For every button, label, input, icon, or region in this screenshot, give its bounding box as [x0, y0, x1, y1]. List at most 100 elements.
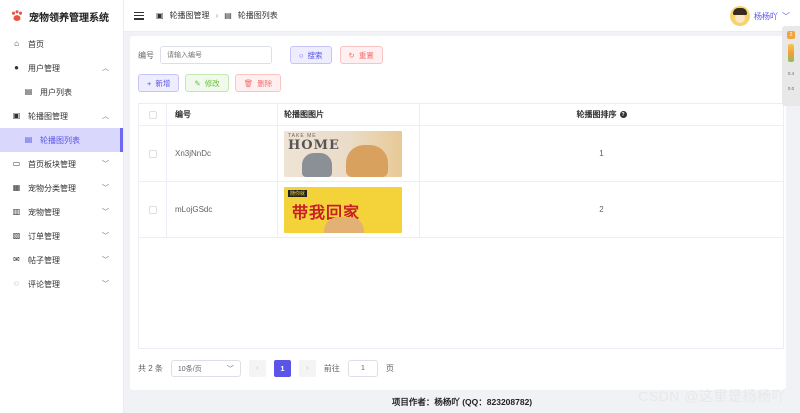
dog-figure	[346, 144, 388, 177]
column-header-sort-label: 轮播图排序	[576, 110, 617, 119]
dog-figure	[324, 216, 364, 233]
select-all-checkbox[interactable]	[148, 110, 157, 119]
paw-logo-icon	[11, 10, 23, 22]
gift-icon: ▥	[12, 207, 21, 216]
chevron-down-icon: ﹀	[102, 233, 109, 240]
avatar	[730, 6, 750, 26]
pagination: 共 2 条 10条/页 ﹀ ‹ 1 › 前往 页	[138, 360, 394, 377]
chevron-down-icon: ﹀	[102, 281, 109, 288]
next-page-button[interactable]: ›	[298, 360, 316, 377]
user-icon: ●	[14, 63, 19, 72]
picture-icon: ▭	[12, 159, 21, 168]
page-size-value: 10条/页	[177, 365, 202, 373]
cell-image: 随你就 带我回家	[278, 182, 420, 237]
search-button-label: 搜索	[307, 50, 323, 60]
sidebar-item-comment-management[interactable]: ◌ 评论管理 ﹀	[0, 272, 123, 296]
add-button[interactable]: + 新增	[138, 74, 180, 92]
cell-sort: 2	[599, 205, 604, 214]
total-count: 共 2 条	[138, 364, 163, 373]
comment-icon: ◌	[14, 279, 19, 288]
image-icon: ▣	[12, 111, 21, 120]
column-header-sort: 轮播图排序 ?	[420, 104, 783, 125]
table-header: 编号 轮播图图片 轮播图排序 ?	[139, 104, 783, 126]
row-checkbox-cell	[139, 182, 167, 237]
sidebar-item-label: 订单管理	[28, 231, 60, 241]
help-icon[interactable]: ?	[619, 111, 627, 118]
prev-page-button[interactable]: ‹	[248, 360, 266, 377]
user-name: 杨杨吖	[754, 11, 778, 21]
cell-image: TAKE ME HOME	[278, 126, 420, 181]
sidebar-item-label: 宠物管理	[28, 207, 60, 217]
carousel-table: 编号 轮播图图片 轮播图排序 ? Xn3jNnDc TAKE ME HOME 1	[138, 103, 784, 349]
sidebar-item-user-management[interactable]: ● 用户管理 ︿	[0, 56, 123, 80]
floating-widget[interactable]: 2 0.4 0.0	[782, 26, 800, 106]
carousel-thumbnail[interactable]: TAKE ME HOME	[284, 130, 402, 177]
sidebar-item-carousel-management[interactable]: ▣ 轮播图管理 ︿	[0, 104, 123, 128]
chevron-down-icon: ﹀	[102, 209, 109, 216]
mail-icon: ✉	[13, 255, 20, 264]
chevron-up-icon: ︿	[102, 113, 109, 120]
goto-label: 前往	[323, 364, 340, 373]
reset-button[interactable]: ↻ 重置	[339, 46, 383, 64]
header-checkbox-cell	[139, 104, 167, 125]
action-toolbar: + 新增 ✎ 修改 🗑 删除	[138, 74, 282, 92]
page-unit-label: 页	[385, 364, 394, 373]
delete-button[interactable]: 🗑 删除	[234, 74, 282, 92]
sidebar-item-order-management[interactable]: ▧ 订单管理 ﹀	[0, 224, 123, 248]
cat-figure	[302, 152, 332, 177]
menu-toggle-icon[interactable]	[134, 11, 144, 20]
cell-id: Xn3jNnDc	[167, 126, 278, 181]
top-header: ▣ 轮播图管理 › ▤ 轮播图列表 杨杨吖 ﹀	[124, 0, 800, 32]
column-header-id: 编号	[167, 104, 278, 125]
column-header-image: 轮播图图片	[278, 104, 420, 125]
widget-stat: 0.0	[787, 86, 795, 91]
user-menu[interactable]: 杨杨吖 ﹀	[730, 6, 790, 26]
search-button[interactable]: ○ 搜索	[290, 46, 332, 64]
thumbnail-text: HOME	[288, 137, 340, 153]
row-checkbox-cell	[139, 126, 167, 181]
breadcrumb-separator-icon: ›	[215, 11, 219, 20]
sidebar-item-label: 首页	[28, 39, 44, 49]
list-icon: ▤	[24, 135, 33, 144]
chevron-down-icon: ﹀	[102, 185, 109, 192]
list-icon: ▤	[224, 11, 232, 20]
row-checkbox[interactable]	[148, 205, 157, 214]
sidebar-item-label: 评论管理	[28, 279, 60, 289]
sidebar-item-label: 帖子管理	[28, 255, 60, 265]
page-number-current[interactable]: 1	[273, 360, 291, 377]
sidebar-item-label: 宠物分类管理	[28, 183, 76, 193]
add-button-label: 新增	[155, 78, 171, 88]
sidebar-item-carousel-list[interactable]: ▤ 轮播图列表	[0, 128, 123, 152]
sidebar-item-post-management[interactable]: ✉ 帖子管理 ﹀	[0, 248, 123, 272]
edit-button[interactable]: ✎ 修改	[185, 74, 229, 92]
list-icon: ▤	[24, 87, 33, 96]
sidebar-item-label: 轮播图管理	[28, 111, 68, 121]
breadcrumb: ▣ 轮播图管理 › ▤ 轮播图列表	[156, 10, 278, 21]
sidebar-item-pet-category[interactable]: ▦ 宠物分类管理 ﹀	[0, 176, 123, 200]
id-search-input[interactable]	[160, 46, 272, 64]
reset-button-label: 重置	[358, 50, 374, 60]
home-icon: ⌂	[14, 39, 19, 48]
chevron-down-icon: ﹀	[102, 257, 109, 264]
search-form: 编号 ○ 搜索 ↻ 重置	[138, 46, 383, 64]
goto-page-input[interactable]	[347, 360, 378, 377]
carousel-thumbnail[interactable]: 随你就 带我回家	[284, 186, 402, 233]
sidebar-item-home[interactable]: ⌂ 首页	[0, 32, 123, 56]
thumbnail-text: 随你就	[288, 189, 308, 197]
watermark: CSDN @这里是杨杨吖	[638, 388, 786, 404]
cell-id: mLojGSdc	[167, 182, 278, 237]
image-icon: ▣	[156, 11, 164, 20]
row-checkbox[interactable]	[148, 149, 157, 158]
table-row[interactable]: mLojGSdc 随你就 带我回家 2	[139, 182, 783, 238]
sidebar-item-pet-management[interactable]: ▥ 宠物管理 ﹀	[0, 200, 123, 224]
page-size-select[interactable]: 10条/页 ﹀	[170, 360, 241, 377]
widget-bar	[788, 44, 794, 62]
sidebar-item-label: 首页板块管理	[28, 159, 76, 169]
sidebar-item-user-list[interactable]: ▤ 用户列表	[0, 80, 123, 104]
sidebar-item-home-section[interactable]: ▭ 首页板块管理 ﹀	[0, 152, 123, 176]
table-row[interactable]: Xn3jNnDc TAKE ME HOME 1	[139, 126, 783, 182]
chevron-down-icon: ﹀	[226, 365, 234, 373]
id-label: 编号	[138, 50, 154, 60]
app-logo[interactable]: 宠物领养管理系统	[0, 0, 123, 32]
breadcrumb-item[interactable]: 轮播图管理	[170, 10, 210, 21]
